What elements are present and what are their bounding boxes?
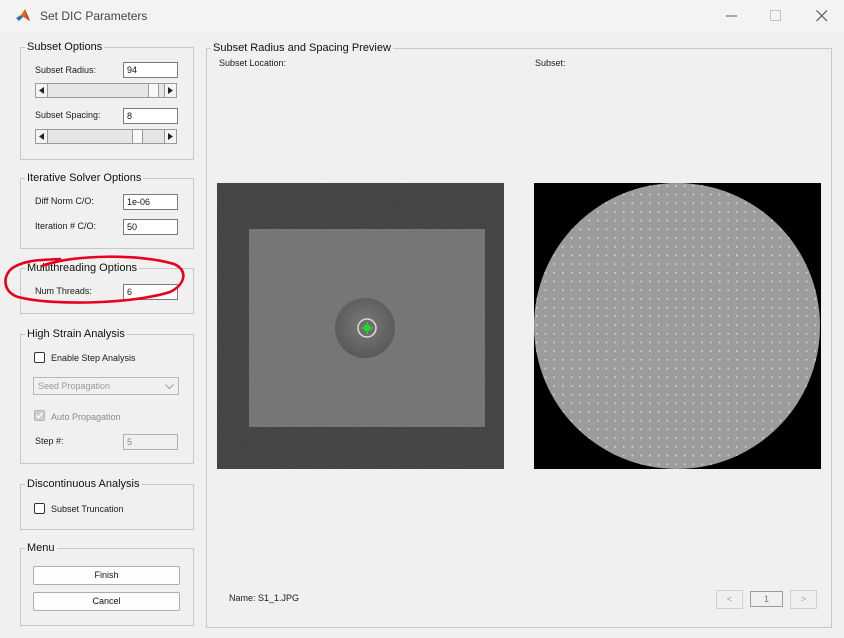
- iteration-input[interactable]: 50: [123, 219, 178, 235]
- enable-step-analysis-checkbox[interactable]: [34, 352, 45, 363]
- high-strain-legend: High Strain Analysis: [25, 328, 127, 341]
- title-bar: Set DIC Parameters: [0, 0, 844, 32]
- arrow-right-icon: [168, 133, 173, 140]
- discontinuous-legend: Discontinuous Analysis: [25, 478, 142, 491]
- menu-legend: Menu: [25, 542, 57, 555]
- num-threads-input[interactable]: 6: [123, 284, 178, 300]
- subset-label: Subset:: [535, 58, 566, 68]
- page-number-field[interactable]: 1: [750, 591, 783, 607]
- menu-panel: Menu Finish Cancel: [20, 542, 194, 626]
- checkmark-icon: [36, 412, 44, 419]
- subset-spacing-thumb[interactable]: [132, 130, 143, 143]
- preview-legend: Subset Radius and Spacing Preview: [211, 42, 393, 55]
- subset-preview-image[interactable]: [534, 183, 821, 469]
- arrow-left-icon: [39, 87, 44, 94]
- subset-location-label: Subset Location:: [219, 58, 287, 68]
- step-label: Step #:: [35, 436, 64, 446]
- iterative-solver-legend: Iterative Solver Options: [25, 172, 144, 185]
- propagation-selected: Seed Propagation: [38, 381, 111, 391]
- subset-location-image[interactable]: [217, 183, 504, 469]
- slider-left-button[interactable]: [36, 84, 48, 97]
- matlab-icon: [16, 9, 30, 21]
- minimize-button[interactable]: [710, 4, 754, 28]
- chevron-down-icon: [165, 384, 174, 390]
- prev-image-button[interactable]: <: [716, 590, 743, 609]
- close-icon: [816, 10, 828, 22]
- subset-truncation-label: Subset Truncation: [51, 504, 124, 514]
- subset-radius-input[interactable]: 94: [123, 62, 178, 78]
- diff-norm-input[interactable]: 1e-06: [123, 194, 178, 210]
- subset-spacing-input[interactable]: 8: [123, 108, 178, 124]
- subset-spacing-slider[interactable]: [35, 129, 177, 144]
- multithreading-legend: Multithreading Options: [25, 262, 140, 275]
- subset-grid-points: [534, 183, 820, 469]
- maximize-icon: [770, 10, 781, 21]
- auto-propagation-checkbox[interactable]: [34, 410, 45, 421]
- subset-radius-slider[interactable]: [35, 83, 177, 98]
- close-button[interactable]: [800, 4, 844, 28]
- arrow-right-icon: [168, 87, 173, 94]
- subset-radius-thumb[interactable]: [148, 84, 159, 97]
- minimize-icon: [726, 15, 737, 17]
- high-strain-panel: High Strain Analysis Enable Step Analysi…: [20, 328, 194, 464]
- enable-step-analysis-label: Enable Step Analysis: [51, 353, 136, 363]
- subset-spacing-label: Subset Spacing:: [35, 110, 101, 120]
- iteration-label: Iteration # C/O:: [35, 221, 97, 231]
- diff-norm-label: Diff Norm C/O:: [35, 196, 94, 206]
- step-input[interactable]: 5: [123, 434, 178, 450]
- maximize-button[interactable]: [754, 4, 798, 28]
- subset-options-legend: Subset Options: [25, 41, 105, 54]
- cancel-button[interactable]: Cancel: [33, 592, 180, 611]
- image-name-label: Name: S1_1.JPG: [229, 593, 300, 603]
- multithreading-panel: Multithreading Options Num Threads: 6: [20, 262, 194, 314]
- slider-right-button[interactable]: [164, 130, 176, 143]
- arrow-left-icon: [39, 133, 44, 140]
- subset-radius-label: Subset Radius:: [35, 65, 97, 75]
- slider-left-button[interactable]: [36, 130, 48, 143]
- iterative-solver-panel: Iterative Solver Options Diff Norm C/O: …: [20, 172, 194, 249]
- discontinuous-panel: Discontinuous Analysis Subset Truncation: [20, 478, 194, 530]
- num-threads-label: Num Threads:: [35, 286, 92, 296]
- preview-panel: Subset Radius and Spacing Preview Subset…: [206, 42, 832, 628]
- auto-propagation-label: Auto Propagation: [51, 412, 121, 422]
- subset-truncation-checkbox[interactable]: [34, 503, 45, 514]
- window-title: Set DIC Parameters: [40, 9, 148, 23]
- propagation-dropdown[interactable]: Seed Propagation: [33, 377, 179, 395]
- finish-button[interactable]: Finish: [33, 566, 180, 585]
- subset-options-panel: Subset Options Subset Radius: 94 Subset …: [20, 41, 194, 160]
- slider-right-button[interactable]: [164, 84, 176, 97]
- next-image-button[interactable]: >: [790, 590, 817, 609]
